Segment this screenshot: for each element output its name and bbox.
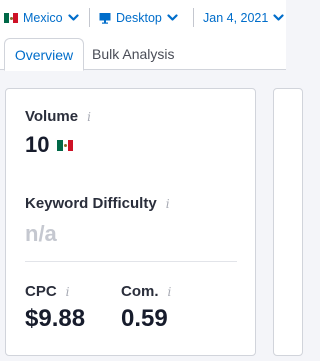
device-selector[interactable]: Desktop (99, 8, 178, 28)
volume-label: Volume i (25, 108, 91, 125)
country-label: Mexico (23, 11, 63, 25)
volume-value-text: 10 (25, 132, 50, 157)
volume-label-text: Volume (25, 108, 79, 125)
keyword-difficulty-label: Keyword Difficulty i (25, 195, 170, 212)
keyword-difficulty-label-text: Keyword Difficulty (25, 195, 157, 212)
desktop-monitor-icon (99, 13, 111, 24)
tab-bulk-analysis[interactable]: Bulk Analysis (84, 38, 182, 70)
chevron-down-icon (67, 14, 79, 21)
mexico-flag-icon (4, 13, 19, 23)
tab-bar: Overview Bulk Analysis (0, 35, 286, 71)
competition-label-text: Com. (121, 283, 159, 300)
date-selector[interactable]: Jan 4, 2021 (203, 8, 284, 28)
info-icon[interactable]: i (66, 285, 70, 299)
mexico-flag-icon (57, 139, 74, 151)
competition-label: Com. i (121, 283, 171, 300)
divider (89, 8, 90, 27)
keyword-difficulty-value: n/a (25, 221, 57, 246)
competition-value: 0.59 (121, 305, 168, 332)
chevron-down-icon (273, 14, 284, 21)
chevron-down-icon (167, 14, 178, 21)
cpc-label-text: CPC (25, 283, 57, 300)
adjacent-card (273, 88, 303, 356)
divider (193, 8, 194, 27)
date-label: Jan 4, 2021 (203, 11, 269, 25)
cpc-label: CPC i (25, 283, 70, 300)
divider (25, 261, 237, 262)
cpc-value: $9.88 (25, 305, 86, 332)
metrics-card: Volume i 10 Keyword Difficulty i n/a CPC… (5, 88, 256, 356)
filter-bar: Mexico Desktop Jan 4, 2021 (0, 0, 286, 35)
tab-overview[interactable]: Overview (4, 38, 84, 71)
device-label: Desktop (116, 11, 162, 25)
info-icon[interactable]: i (168, 285, 172, 299)
info-icon[interactable]: i (166, 197, 170, 211)
volume-value: 10 (25, 132, 78, 158)
info-icon[interactable]: i (87, 110, 91, 124)
country-selector[interactable]: Mexico (4, 8, 79, 28)
